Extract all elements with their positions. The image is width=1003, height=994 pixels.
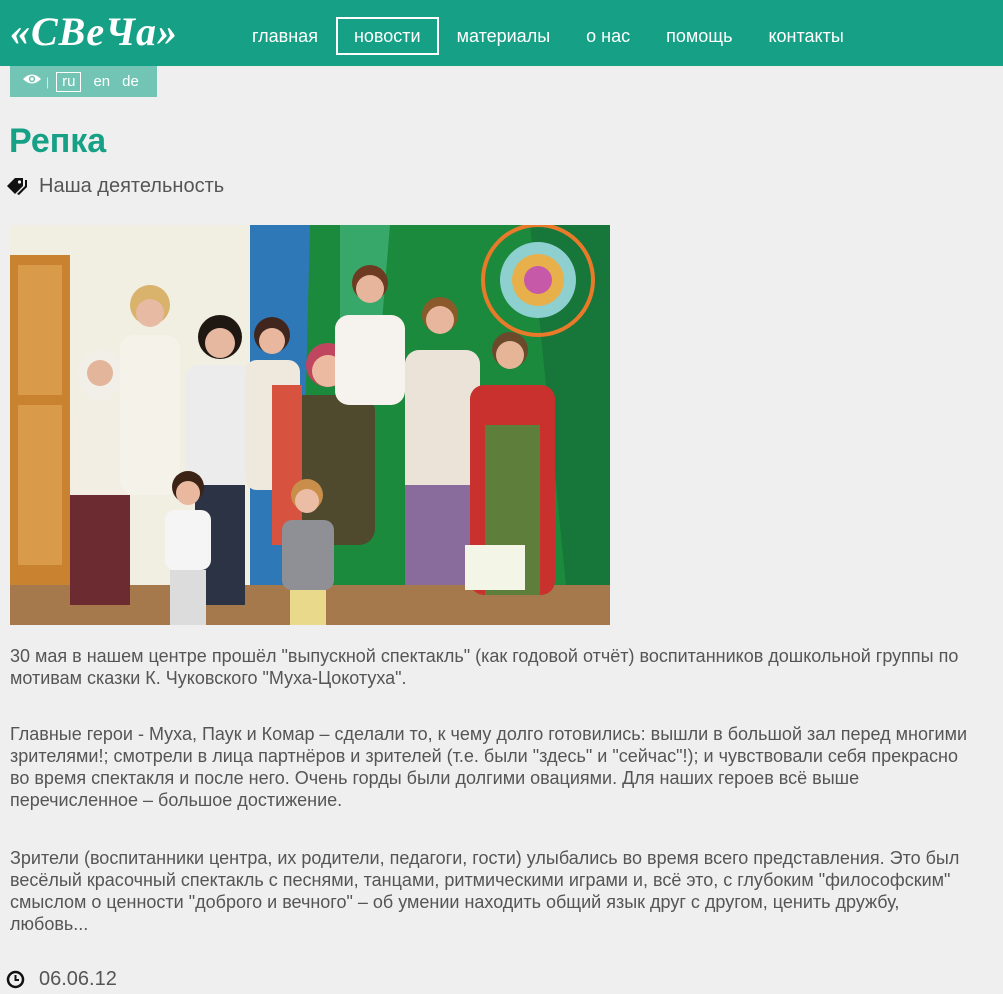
article-paragraph: Зрители (воспитанники центра, их родител… [10, 848, 960, 934]
header-bar: «СВеЧа» главная новости материалы о нас … [0, 0, 1003, 66]
language-separator: | [46, 74, 50, 89]
nav-item-materials[interactable]: материалы [439, 17, 569, 55]
nav-item-help[interactable]: помощь [648, 17, 750, 55]
article-paragraph: 30 мая в нашем центре прошёл "выпускной … [10, 646, 959, 688]
lang-ru[interactable]: ru [56, 71, 82, 92]
main-nav: главная новости материалы о нас помощь к… [234, 17, 862, 55]
tags-icon [5, 174, 33, 198]
article-paragraph: Главные герои - Муха, Паук и Комар – сде… [10, 724, 968, 810]
article-title: Репка [9, 122, 107, 160]
lang-en[interactable]: en [93, 73, 110, 90]
article-photo [10, 225, 610, 625]
language-bar: | ru en de [10, 66, 157, 97]
article-category: Наша деятельность [5, 174, 224, 198]
nav-item-home[interactable]: главная [234, 17, 336, 55]
nav-item-news[interactable]: новости [335, 17, 439, 55]
lang-de[interactable]: de [122, 73, 139, 90]
clock-icon [6, 970, 25, 989]
nav-item-about[interactable]: о нас [568, 17, 648, 55]
nav-item-contacts[interactable]: контакты [750, 17, 861, 55]
site-logo[interactable]: «СВеЧа» [10, 8, 178, 55]
eye-icon[interactable] [22, 72, 42, 91]
category-link[interactable]: Наша деятельность [39, 175, 224, 198]
